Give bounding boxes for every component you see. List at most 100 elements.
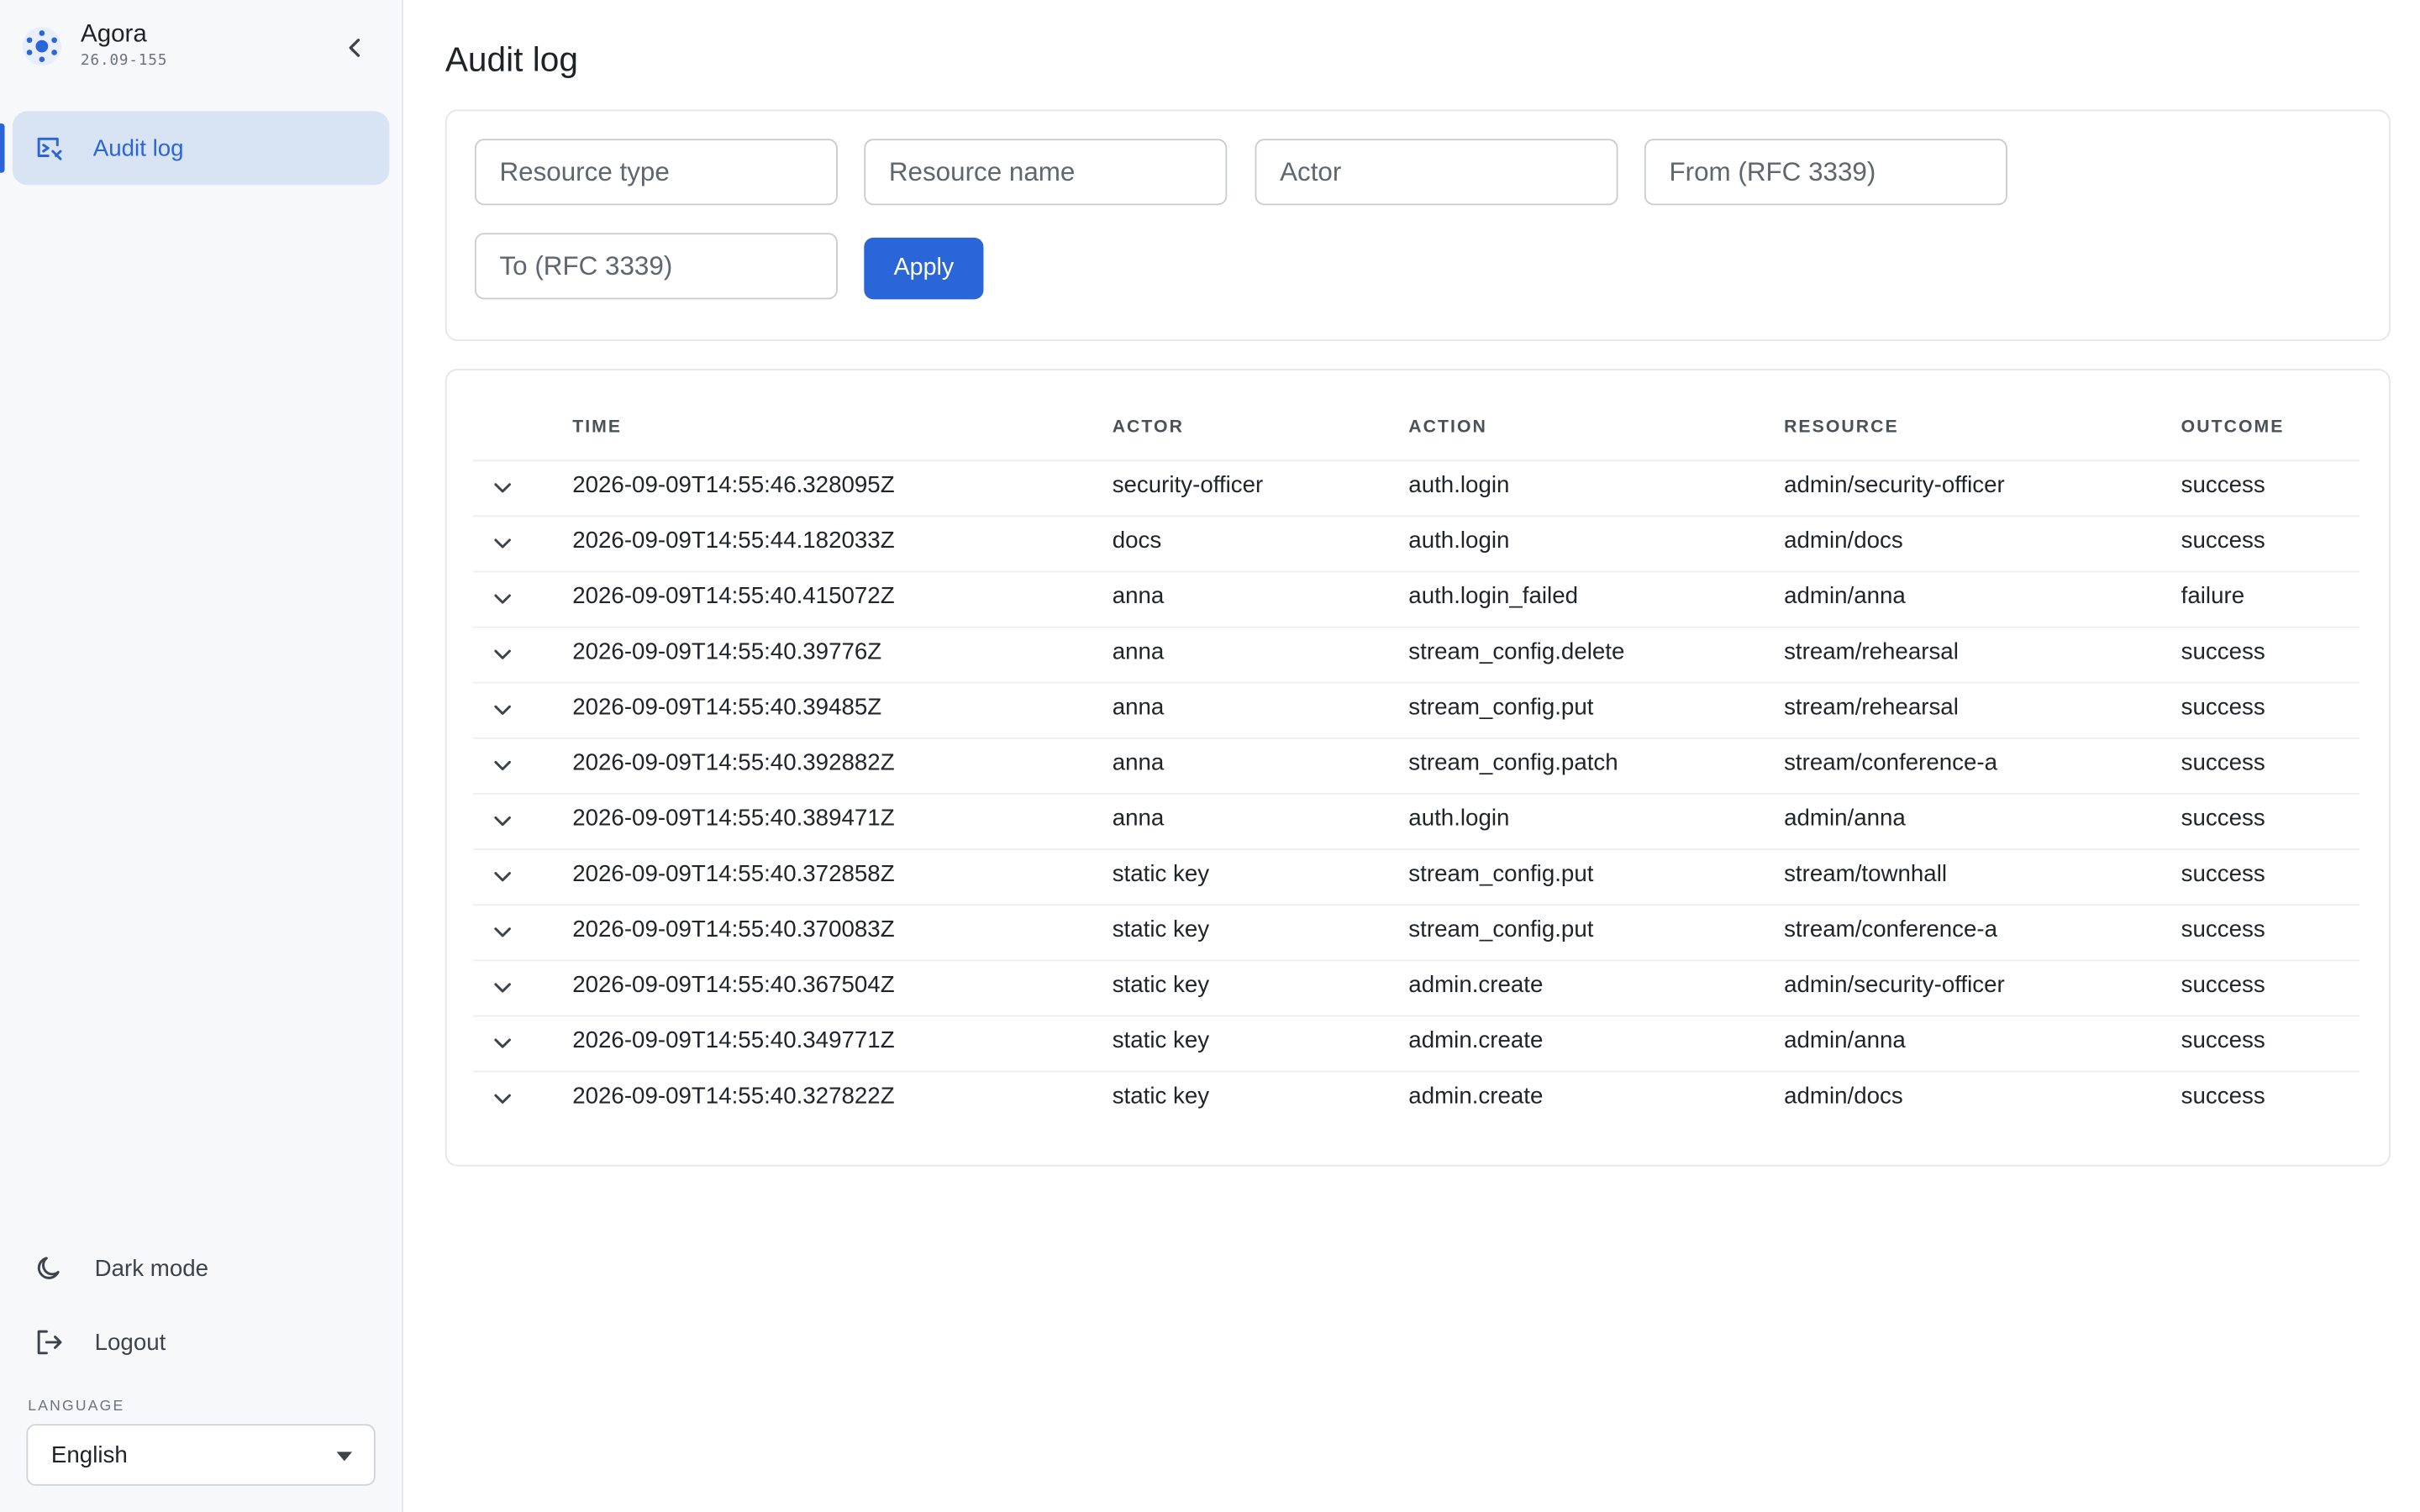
table-row[interactable]: 2026-09-09T14:55:46.328095Z security-offi… bbox=[473, 459, 2360, 517]
cell-action: auth.login bbox=[1408, 805, 1510, 832]
expand-row-button[interactable] bbox=[489, 529, 517, 557]
cell-time: 2026-09-09T14:55:40.370083Z bbox=[572, 916, 895, 943]
chevron-down-icon bbox=[494, 1094, 511, 1104]
cell-resource: stream/rehearsal bbox=[1784, 638, 1959, 665]
cell-action: admin.create bbox=[1408, 972, 1544, 999]
chevron-down-icon bbox=[494, 483, 511, 493]
cell-resource: admin/docs bbox=[1784, 528, 1903, 554]
logout-button[interactable]: Logout bbox=[34, 1327, 166, 1358]
cell-time: 2026-09-09T14:55:44.182033Z bbox=[572, 528, 895, 554]
cell-time: 2026-09-09T14:55:40.415072Z bbox=[572, 583, 895, 610]
sidebar-item-audit-log[interactable]: Audit log bbox=[12, 111, 390, 186]
language-selected-value: English bbox=[50, 1441, 128, 1468]
table-row[interactable]: 2026-09-09T14:55:40.415072Z anna auth.logi… bbox=[473, 571, 2360, 628]
expand-row-button[interactable] bbox=[489, 640, 517, 668]
chevron-down-icon bbox=[494, 983, 511, 993]
sidebar: Agora 26.09-155 Audit log Dark mode Logo… bbox=[0, 0, 403, 1512]
cell-actor: security-officer bbox=[1112, 472, 1264, 499]
expand-row-button[interactable] bbox=[489, 918, 517, 946]
cell-action: auth.login_failed bbox=[1408, 583, 1579, 610]
expand-row-button[interactable] bbox=[489, 1084, 517, 1112]
cell-action: auth.login bbox=[1408, 472, 1510, 499]
cell-outcome: success bbox=[2181, 528, 2265, 554]
column-header-action: ACTION bbox=[1408, 417, 1487, 437]
app-name: Agora bbox=[80, 21, 147, 48]
table-row[interactable]: 2026-09-09T14:55:40.370083Z static key str… bbox=[473, 904, 2360, 962]
cell-time: 2026-09-09T14:55:40.327822Z bbox=[572, 1083, 895, 1110]
language-caption: LANGUAGE bbox=[28, 1398, 125, 1415]
cell-actor: static key bbox=[1112, 1083, 1210, 1110]
cell-resource: stream/rehearsal bbox=[1784, 694, 1959, 721]
table-row[interactable]: 2026-09-09T14:55:40.39485Z anna stream_con… bbox=[473, 682, 2360, 739]
collapse-sidebar-button[interactable] bbox=[338, 31, 372, 65]
table-row[interactable]: 2026-09-09T14:55:40.392882Z anna stream_co… bbox=[473, 738, 2360, 795]
chevron-down-icon bbox=[494, 705, 511, 715]
table-row[interactable]: 2026-09-09T14:55:40.39776Z anna stream_con… bbox=[473, 627, 2360, 684]
cell-actor: anna bbox=[1112, 805, 1165, 832]
expand-row-button[interactable] bbox=[489, 1029, 517, 1057]
table-row[interactable]: 2026-09-09T14:55:40.367504Z static key adm… bbox=[473, 959, 2360, 1017]
table-row[interactable]: 2026-09-09T14:55:40.389471Z anna auth.logi… bbox=[473, 793, 2360, 851]
expand-row-button[interactable] bbox=[489, 585, 517, 612]
expand-row-button[interactable] bbox=[489, 751, 517, 779]
chevron-down-icon bbox=[494, 760, 511, 771]
cell-action: auth.login bbox=[1408, 528, 1510, 554]
cell-time: 2026-09-09T14:55:40.367504Z bbox=[572, 972, 895, 999]
expand-row-button[interactable] bbox=[489, 474, 517, 501]
cell-action: admin.create bbox=[1408, 1027, 1544, 1054]
cell-outcome: success bbox=[2181, 916, 2265, 943]
brand: Agora 26.09-155 bbox=[22, 22, 168, 70]
column-header-time: TIME bbox=[572, 417, 623, 437]
actor-input[interactable] bbox=[1255, 139, 1618, 206]
logout-label: Logout bbox=[94, 1329, 166, 1356]
cell-outcome: success bbox=[2181, 472, 2265, 499]
chevron-left-icon bbox=[349, 39, 360, 57]
column-header-actor: ACTOR bbox=[1112, 417, 1184, 437]
chevron-down-icon bbox=[494, 649, 511, 659]
table-header: TIME ACTOR ACTION RESOURCE OUTCOME bbox=[473, 404, 2360, 462]
cell-actor: static key bbox=[1112, 860, 1210, 888]
expand-row-button[interactable] bbox=[489, 863, 517, 890]
expand-row-button[interactable] bbox=[489, 807, 517, 835]
page-title: Audit log bbox=[445, 39, 578, 79]
apply-button[interactable]: Apply bbox=[864, 237, 984, 300]
table-row[interactable]: 2026-09-09T14:55:44.182033Z docs auth.logi… bbox=[473, 515, 2360, 573]
cell-resource: admin/anna bbox=[1784, 805, 1906, 832]
expand-row-button[interactable] bbox=[489, 974, 517, 1001]
table-row[interactable]: 2026-09-09T14:55:40.349771Z static key adm… bbox=[473, 1016, 2360, 1073]
chevron-down-icon bbox=[494, 872, 511, 882]
audit-log-icon bbox=[34, 133, 66, 164]
dark-mode-toggle[interactable]: Dark mode bbox=[34, 1252, 208, 1284]
agora-logo-icon bbox=[22, 26, 61, 66]
resource-type-input[interactable] bbox=[474, 139, 838, 206]
from-date-input[interactable] bbox=[1644, 139, 2007, 206]
cell-outcome: success bbox=[2181, 805, 2265, 832]
expand-row-button[interactable] bbox=[489, 696, 517, 723]
cell-resource: admin/security-officer bbox=[1784, 972, 2005, 999]
cell-outcome: success bbox=[2181, 1027, 2265, 1054]
chevron-down-icon bbox=[494, 816, 511, 827]
cell-resource: stream/townhall bbox=[1784, 860, 1948, 888]
language-select[interactable]: English bbox=[26, 1424, 376, 1486]
cell-resource: admin/security-officer bbox=[1784, 472, 2005, 499]
cell-time: 2026-09-09T14:55:40.39485Z bbox=[572, 694, 882, 721]
cell-resource: stream/conference-a bbox=[1784, 749, 1998, 776]
chevron-down-icon bbox=[494, 594, 511, 604]
dark-mode-label: Dark mode bbox=[94, 1255, 209, 1282]
table-row[interactable]: 2026-09-09T14:55:40.327822Z static key adm… bbox=[473, 1071, 2360, 1126]
cell-resource: admin/anna bbox=[1784, 1027, 1906, 1054]
nav-active-indicator bbox=[0, 123, 5, 173]
cell-time: 2026-09-09T14:55:40.389471Z bbox=[572, 805, 895, 832]
sidebar-item-label: Audit log bbox=[92, 134, 184, 161]
to-date-input[interactable] bbox=[474, 233, 838, 300]
cell-time: 2026-09-09T14:55:46.328095Z bbox=[572, 472, 895, 499]
filter-panel: Apply bbox=[445, 109, 2391, 341]
cell-actor: anna bbox=[1112, 749, 1165, 776]
caret-down-icon bbox=[336, 1452, 353, 1462]
cell-actor: static key bbox=[1112, 1027, 1210, 1054]
cell-action: admin.create bbox=[1408, 1083, 1544, 1110]
audit-table: TIME ACTOR ACTION RESOURCE OUTCOME 2026-… bbox=[445, 368, 2391, 1167]
cell-outcome: failure bbox=[2181, 583, 2245, 610]
table-row[interactable]: 2026-09-09T14:55:40.372858Z static key str… bbox=[473, 848, 2360, 906]
resource-name-input[interactable] bbox=[864, 139, 1228, 206]
